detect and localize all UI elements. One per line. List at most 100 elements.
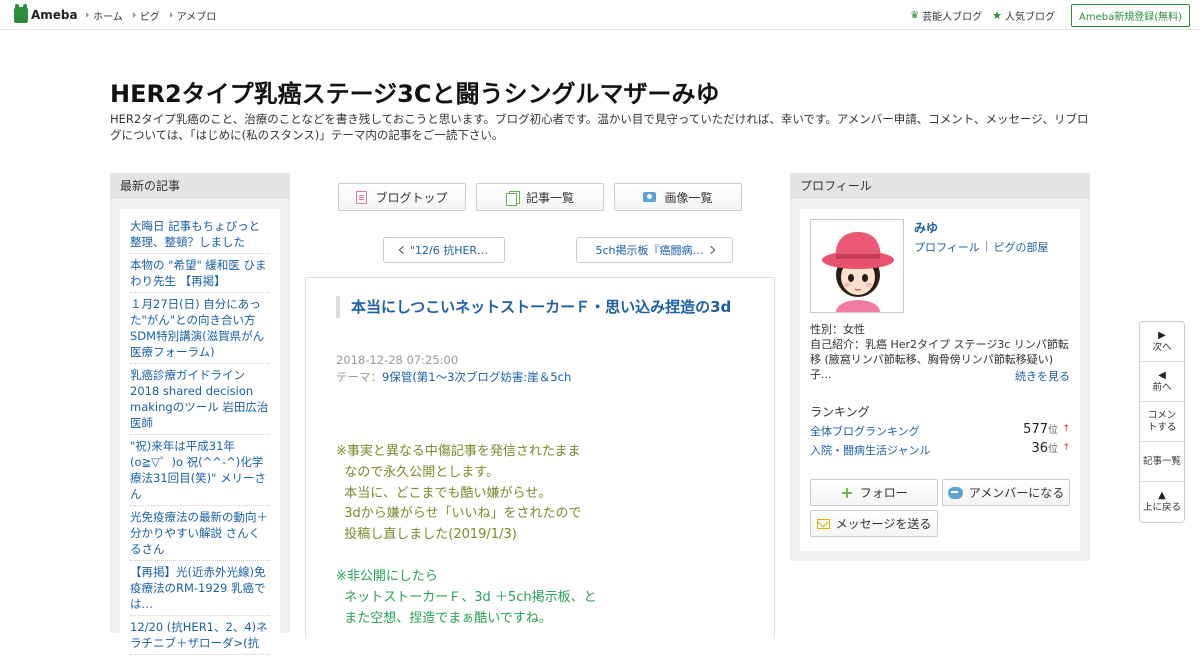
camera-icon (643, 192, 657, 202)
amember-button[interactable]: アメンバーになる (942, 479, 1070, 506)
ranking-row: 入院・闘病生活ジャンル 36位 ↑ (810, 441, 1070, 459)
recent-article-link[interactable]: 12/20 (抗HER1、2、4)ネラチニブ＋ザローダ>(抗 (130, 616, 270, 655)
ranking-unit: 位 (1048, 425, 1058, 436)
tab-label: ブログトップ (375, 190, 448, 205)
recent-article-link[interactable]: １月27日(日) 自分にあった"がん"との向き合い方 SDM特別講演(滋賀県がん… (130, 293, 270, 364)
float-next-label: 次へ (1152, 341, 1172, 353)
ranking-label[interactable]: 全体ブログランキング (810, 423, 920, 439)
nav-home[interactable]: ホーム (86, 8, 123, 23)
pigg-room-link[interactable]: ピグの部屋 (994, 239, 1049, 255)
triangle-icon (132, 12, 136, 18)
nav-ameblo[interactable]: アメブロ (169, 8, 217, 23)
ranking-value: 577位 (1023, 421, 1058, 437)
trend-up-icon: ↑ (1062, 424, 1070, 434)
global-header: Ameba ホーム ピグ アメブロ ♛ 芸能人ブログ ★ 人気ブログ Ameba新規… (0, 0, 1200, 30)
body-line: なので永久公開とします。 (336, 464, 499, 480)
body-line: ※非公開にしたら (336, 568, 438, 584)
blog-tabs: ブログトップ 記事一覧 画像一覧 (338, 183, 742, 211)
next-article-label: 5ch掲示板『癌闘病… (595, 244, 704, 257)
float-next-button[interactable]: ▶ 次へ (1140, 322, 1184, 362)
article-body: ※事実と異なる中傷記事を発信されたまま なので永久公開とします。 本当に、どこま… (336, 442, 636, 629)
trend-up-icon: ↑ (1062, 443, 1070, 453)
read-more-link[interactable]: 続きを見る (1015, 368, 1070, 384)
ranking-label[interactable]: 入院・闘病生活ジャンル (810, 442, 930, 458)
popular-blog-link[interactable]: ★ 人気ブログ (992, 8, 1055, 23)
float-list-button[interactable]: 記事一覧 (1140, 442, 1184, 482)
recent-articles-list: 大晦日 記事もちょびっと整理、整頓？しました 本物の "希望" 緩和医 ひまわり… (120, 209, 280, 661)
crown-icon: ♛ (910, 9, 920, 21)
nav-label: アメブロ (176, 11, 217, 23)
body-gap (336, 546, 636, 567)
profile-name[interactable]: みゆ (914, 219, 938, 236)
tab-label: 記事一覧 (525, 190, 574, 205)
ameba-logo[interactable]: Ameba (14, 4, 78, 24)
logo-text: Ameba (31, 8, 78, 22)
prev-article-label: "12/6 抗HER… (409, 244, 489, 257)
ranking-number: 577 (1023, 422, 1048, 437)
nav-label: ピグ (139, 11, 160, 23)
pages-icon (505, 190, 520, 206)
chevron-right-icon (706, 245, 715, 255)
mail-icon (816, 518, 830, 529)
recent-article-link[interactable]: 光免疫療法の最新の動向＋分かりやすい解説 さんくるさん (130, 506, 270, 561)
float-top-label: 上に戻る (1142, 502, 1181, 513)
plus-icon: + (840, 482, 854, 502)
arrow-right-icon: ▶ (1158, 329, 1166, 341)
ranking-value: 36位 (1031, 440, 1058, 456)
body-line: 3dから嫌がらせ「いいね」をされたので (336, 506, 582, 522)
blog-top-button[interactable]: ブログトップ (338, 183, 466, 211)
recent-article-link[interactable]: 【再掲】光(近赤外光線)免疫療法のRM-1929 乳癌では… (130, 561, 270, 616)
article-date: 2018-12-28 07:25:00 (336, 353, 459, 367)
prev-article-button[interactable]: "12/6 抗HER… (383, 237, 505, 263)
profile-link[interactable]: プロフィール (914, 239, 980, 255)
follow-button[interactable]: + フォロー (810, 479, 938, 506)
recent-article-link[interactable]: 本物の "希望" 緩和医 ひまわり先生 【再掲】 (130, 254, 270, 293)
float-list-label: 記事一覧 (1142, 455, 1181, 467)
float-comment-button[interactable]: コメントする (1140, 402, 1184, 442)
next-article-button[interactable]: 5ch掲示板『癌闘病… (576, 237, 733, 263)
header-right: ♛ 芸能人ブログ ★ 人気ブログ Ameba新規登録(無料) (910, 0, 1190, 30)
nav-pigg[interactable]: ピグ (132, 8, 160, 23)
arrow-up-icon: ▲ (1158, 490, 1166, 501)
body-line: ※事実と異なる中傷記事を発信されたまま (336, 444, 581, 459)
ameba-logo-icon (14, 4, 28, 23)
float-prev-label: 前へ (1152, 381, 1172, 393)
nav-label: ホーム (93, 11, 123, 23)
profile-panel: プロフィール みゆ プロフィール | ピグの部屋 性別：女性 自己紹介：乳癌 H… (790, 173, 1090, 561)
body-line: ネットストーカーＦ、3d ＋5ch掲示板、と (336, 589, 597, 605)
float-top-button[interactable]: ▲ 上に戻る (1140, 482, 1184, 522)
theme-link[interactable]: 9保管(第1～3次ブログ妨害:崖＆5ch (382, 370, 571, 384)
image-list-button[interactable]: 画像一覧 (614, 183, 742, 211)
celebrity-blog-link[interactable]: ♛ 芸能人ブログ (910, 8, 982, 23)
blog-title[interactable]: HER2タイプ乳癌ステージ3Cと闘うシングルマザーみゆ (110, 74, 1090, 109)
ranking-unit: 位 (1048, 444, 1058, 455)
avatar-illustration-icon (811, 220, 903, 312)
recent-article-link[interactable]: 乳癌診療ガイドライン2018 shared decision makingのツー… (130, 364, 270, 435)
speech-bubble-icon (947, 486, 963, 499)
avatar[interactable] (810, 219, 904, 313)
celebrity-blog-label: 芸能人ブログ (922, 11, 983, 23)
message-button[interactable]: メッセージを送る (810, 510, 938, 537)
follow-label: フォロー (859, 486, 908, 500)
recent-articles-heading: 最新の記事 (110, 173, 290, 199)
article-list-button[interactable]: 記事一覧 (476, 183, 604, 211)
profile-gender: 性別：女性 (810, 323, 865, 336)
body-line: 投稿し直しました(2019/1/3) (336, 527, 517, 543)
profile-links: プロフィール | ピグの部屋 (914, 239, 1049, 255)
chevron-left-icon (398, 245, 408, 255)
float-prev-button[interactable]: ◀ 前へ (1140, 362, 1184, 402)
global-nav: ホーム ピグ アメブロ (86, 0, 216, 30)
signup-button[interactable]: Ameba新規登録(無料) (1070, 3, 1190, 27)
popular-blog-label: 人気ブログ (1004, 11, 1055, 23)
article: 本当にしつこいネットストーカーＦ・思い込み捏造の3d 2018-12-28 07… (305, 277, 775, 637)
arrow-left-icon: ◀ (1158, 369, 1166, 381)
article-title[interactable]: 本当にしつこいネットストーカーＦ・思い込み捏造の3d (336, 296, 746, 318)
recent-article-link[interactable]: 大晦日 記事もちょびっと整理、整頓？しました (130, 215, 270, 254)
recent-article-link[interactable]: "祝)来年は平成31年(o≧▽゜)o 祝(^^-^)化学療法31回目(笑)" メ… (130, 435, 270, 506)
triangle-icon (169, 12, 173, 18)
profile-heading: プロフィール (790, 173, 1090, 199)
float-comment-label: コメントする (1147, 409, 1177, 433)
floating-nav: ▶ 次へ ◀ 前へ コメントする 記事一覧 ▲ 上に戻る (1139, 321, 1185, 523)
blog-description: HER2タイプ乳癌のこと、治療のことなどを書き残しておこうと思います。ブログ初心… (110, 112, 1089, 142)
article-pager: "12/6 抗HER… 5ch掲示板『癌闘病… (383, 237, 733, 263)
